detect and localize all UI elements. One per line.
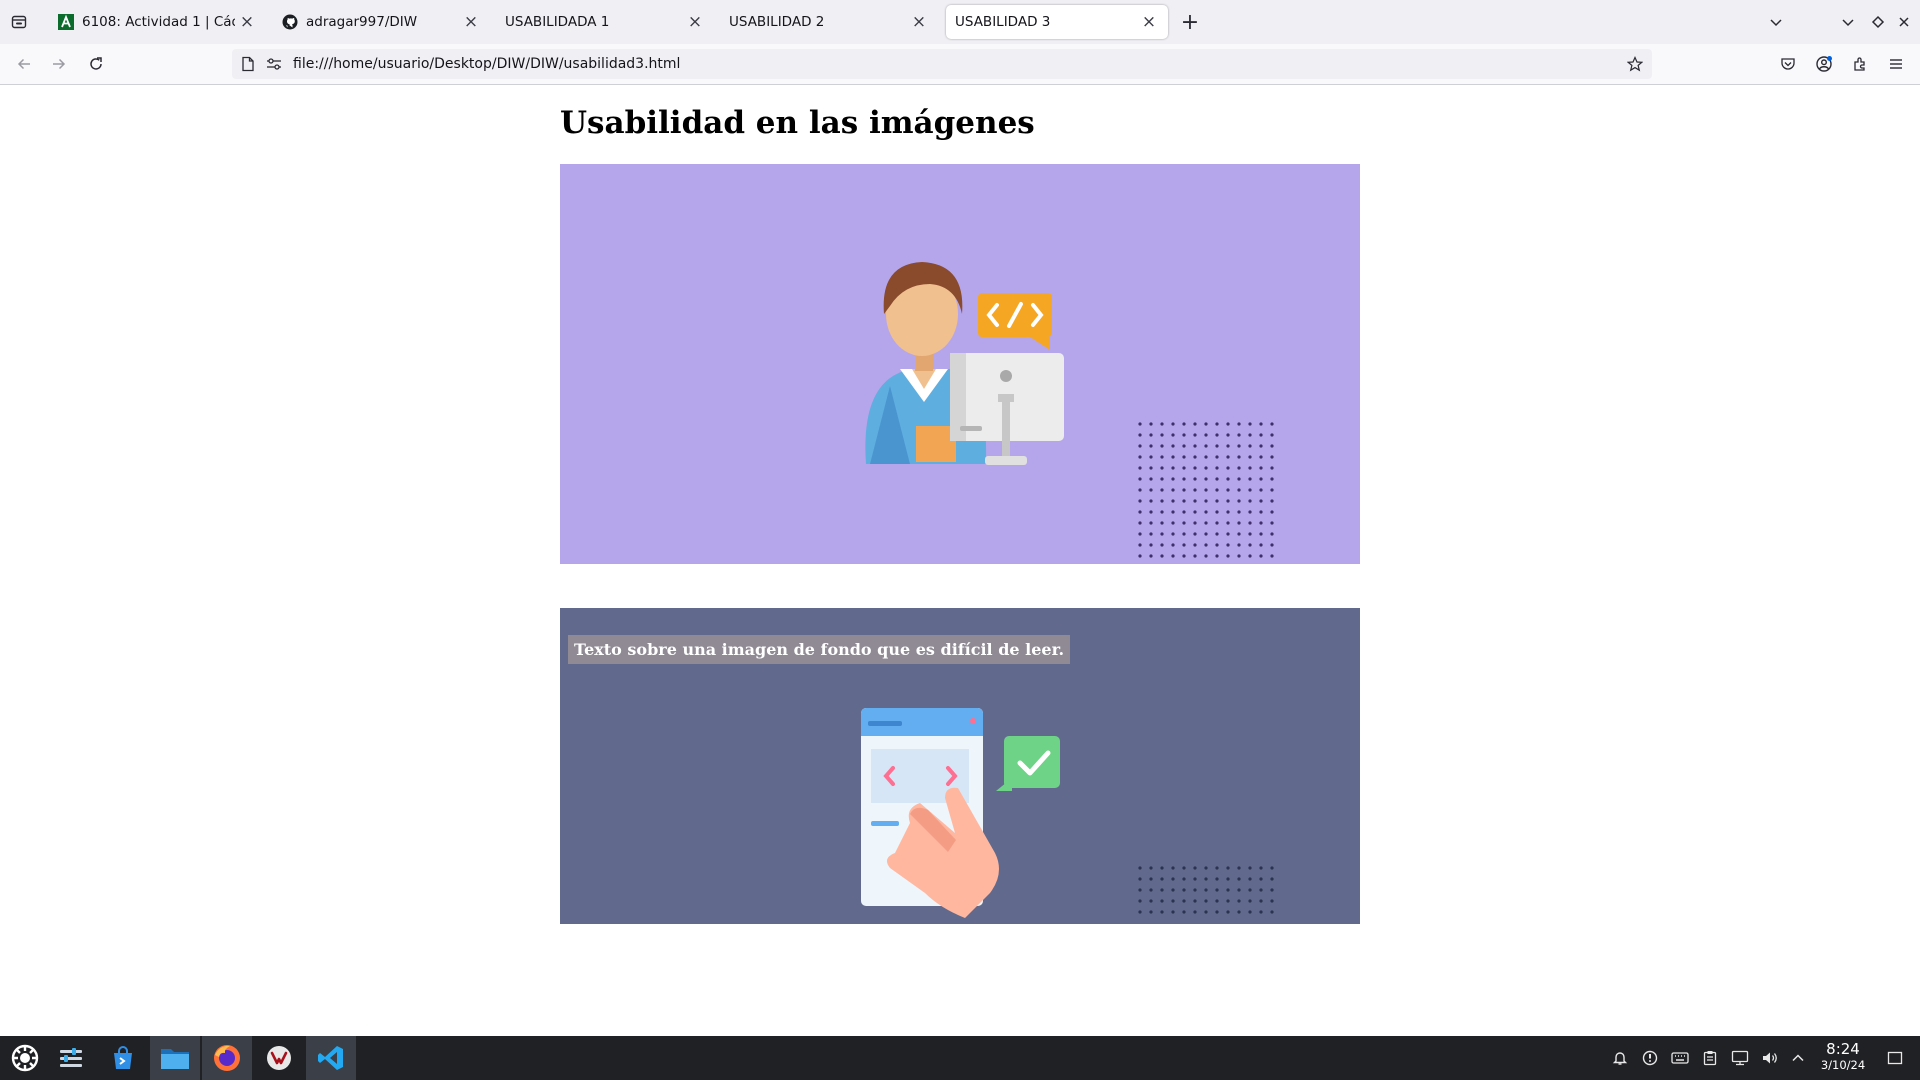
code-bubble-icon	[978, 293, 1052, 350]
github-icon	[281, 14, 298, 31]
check-message-icon	[996, 736, 1060, 791]
list-all-tabs-icon[interactable]	[1762, 8, 1790, 36]
tab-label: 6108: Actividad 1 | Cádiz	[82, 14, 235, 30]
tab-label: adragar997/DIW	[306, 14, 418, 30]
firefox-icon[interactable]	[202, 1036, 252, 1080]
network-icon[interactable]	[1730, 1048, 1750, 1068]
vscode-icon[interactable]	[306, 1036, 356, 1080]
extensions-icon[interactable]	[1846, 50, 1874, 78]
back-icon[interactable]	[10, 50, 38, 78]
maximize-window-icon[interactable]	[1864, 8, 1892, 36]
system-settings-icon[interactable]	[46, 1036, 96, 1080]
close-window-icon[interactable]	[1890, 8, 1918, 36]
close-tab-icon[interactable]: ×	[907, 10, 931, 34]
url-bar[interactable]: file:///home/usuario/Desktop/DIW/DIW/usa…	[232, 49, 1652, 79]
vivaldi-icon[interactable]	[254, 1036, 304, 1080]
url-text[interactable]: file:///home/usuario/Desktop/DIW/DIW/usa…	[293, 56, 680, 72]
tab-usabilidad-3[interactable]: USABILIDAD 3 ×	[946, 5, 1168, 39]
kde-launcher-icon[interactable]	[0, 1036, 50, 1080]
keyboard-layout-icon[interactable]	[1670, 1048, 1690, 1068]
tab-github[interactable]: adragar997/DIW ×	[270, 5, 490, 39]
tab-usabilidad-2[interactable]: USABILIDAD 2 ×	[718, 5, 938, 39]
close-tab-icon[interactable]: ×	[683, 10, 707, 34]
tab-actividad[interactable]: 6108: Actividad 1 | Cádiz ×	[46, 5, 266, 39]
show-hidden-icons-icon[interactable]	[1788, 1048, 1808, 1068]
close-tab-icon[interactable]: ×	[459, 10, 483, 34]
tab-strip: 6108: Actividad 1 | Cádiz × adragar997/D…	[0, 0, 1920, 44]
background-image-caption: Texto sobre una imagen de fondo que es d…	[568, 635, 1071, 664]
notifications-icon[interactable]	[1610, 1048, 1630, 1068]
close-tab-icon[interactable]: ×	[1137, 10, 1161, 34]
minimize-window-icon[interactable]	[1834, 8, 1862, 36]
account-icon[interactable]	[1810, 50, 1838, 78]
permissions-icon[interactable]	[266, 56, 282, 72]
forward-icon[interactable]	[45, 50, 73, 78]
show-desktop-icon[interactable]	[1885, 1048, 1905, 1068]
volume-icon[interactable]	[1760, 1048, 1780, 1068]
firefox-view-icon[interactable]	[5, 8, 33, 36]
discover-store-icon[interactable]	[98, 1036, 148, 1080]
clock-date: 3/10/24	[1820, 1058, 1866, 1072]
web-page: Usabilidad en las imágenes Texto sobre u…	[0, 85, 1920, 1035]
reload-icon[interactable]	[82, 50, 110, 78]
clock[interactable]: 8:24 3/10/24	[1808, 1041, 1878, 1073]
app-menu-icon[interactable]	[1882, 50, 1910, 78]
pocket-icon[interactable]	[1774, 50, 1802, 78]
tab-label: USABILIDAD 2	[729, 14, 825, 30]
close-tab-icon[interactable]: ×	[235, 10, 259, 34]
page-info-icon[interactable]	[240, 56, 256, 72]
taskbar: 8:24 3/10/24	[0, 1036, 1920, 1080]
vpn-status-icon[interactable]	[1640, 1048, 1660, 1068]
clipboard-icon[interactable]	[1700, 1048, 1720, 1068]
programmer-illustration	[560, 164, 1360, 569]
tab-label: USABILIDAD 3	[955, 14, 1051, 30]
page-title: Usabilidad en las imágenes	[560, 105, 1035, 141]
swipe-ui-illustration: Texto sobre una imagen de fondo que es d…	[560, 608, 1360, 924]
navigation-toolbar: file:///home/usuario/Desktop/DIW/DIW/usa…	[0, 44, 1920, 85]
aula-green-a-icon	[57, 14, 74, 31]
dolphin-files-icon[interactable]	[150, 1036, 200, 1080]
clock-time: 8:24	[1826, 1040, 1860, 1058]
new-tab-icon[interactable]: +	[1176, 8, 1204, 36]
tab-label: USABILIDADA 1	[505, 14, 610, 30]
bookmark-star-icon[interactable]	[1626, 55, 1644, 73]
tab-usabilidad-1[interactable]: USABILIDADA 1 ×	[494, 5, 714, 39]
